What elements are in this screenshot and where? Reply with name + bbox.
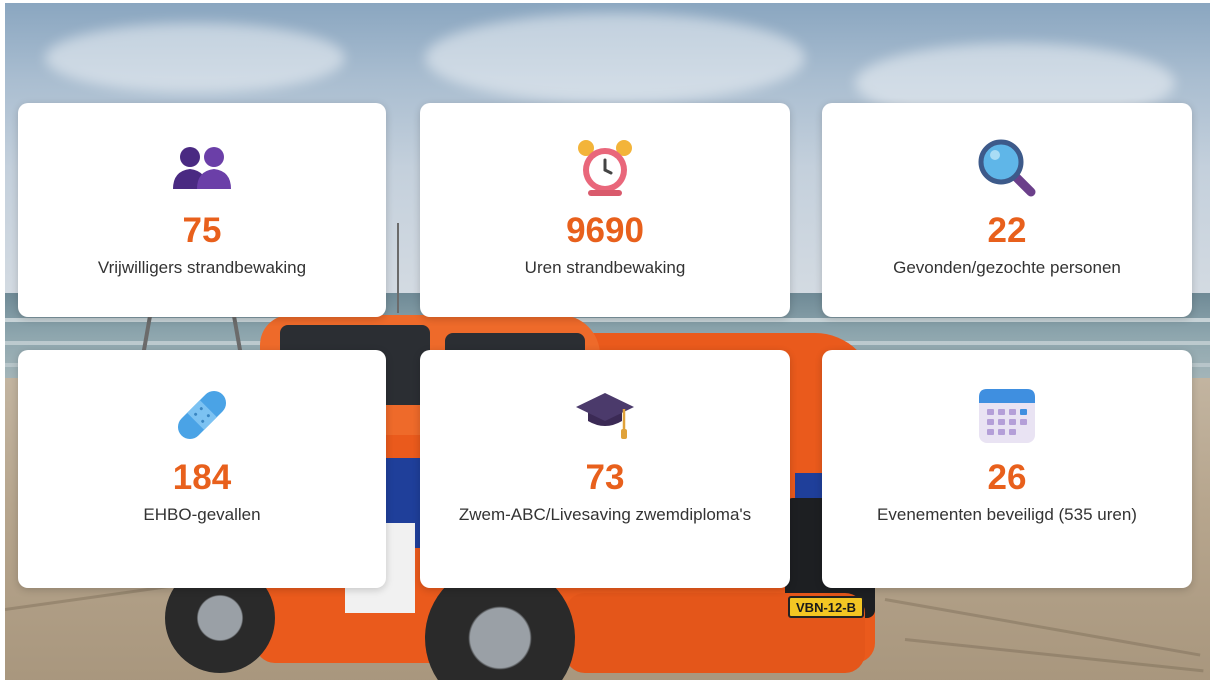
antenna — [397, 223, 399, 313]
stat-value: 75 — [182, 211, 222, 250]
stat-label: Evenementen beveiligd (535 uren) — [877, 505, 1137, 524]
alarm-clock-icon — [573, 137, 637, 199]
stat-card-first-aid: 184 EHBO-gevallen — [18, 350, 386, 588]
stat-value: 26 — [987, 458, 1027, 497]
stat-label: EHBO-gevallen — [143, 505, 261, 524]
stat-value: 9690 — [566, 211, 644, 250]
magnifying-glass-icon — [975, 137, 1039, 199]
stat-value: 22 — [987, 211, 1027, 250]
stat-label: Uren strandbewaking — [524, 258, 686, 277]
stat-label: Vrijwilligers strandbewaking — [97, 258, 307, 277]
bandage-icon — [170, 384, 234, 446]
stat-card-diplomas: 73 Zwem-ABC/Livesaving zwemdiploma's — [420, 350, 790, 588]
cloud — [425, 13, 805, 103]
stat-card-persons: 22 Gevonden/gezochte personen — [822, 103, 1192, 317]
stat-card-volunteers: 75 Vrijwilligers strandbewaking — [18, 103, 386, 317]
cloud — [45, 23, 345, 93]
stat-value: 73 — [585, 458, 625, 497]
stat-card-hours: 9690 Uren strandbewaking — [420, 103, 790, 317]
stat-label: Gevonden/gezochte personen — [893, 258, 1121, 277]
stat-card-events: 26 Evenementen beveiligd (535 uren) — [822, 350, 1192, 588]
graduation-cap-icon — [573, 384, 637, 446]
license-plate: VBN-12-B — [788, 596, 864, 618]
stat-value: 184 — [172, 458, 232, 497]
people-icon — [170, 137, 234, 199]
stat-label: Zwem-ABC/Livesaving zwemdiploma's — [458, 505, 752, 524]
calendar-icon — [975, 384, 1039, 446]
